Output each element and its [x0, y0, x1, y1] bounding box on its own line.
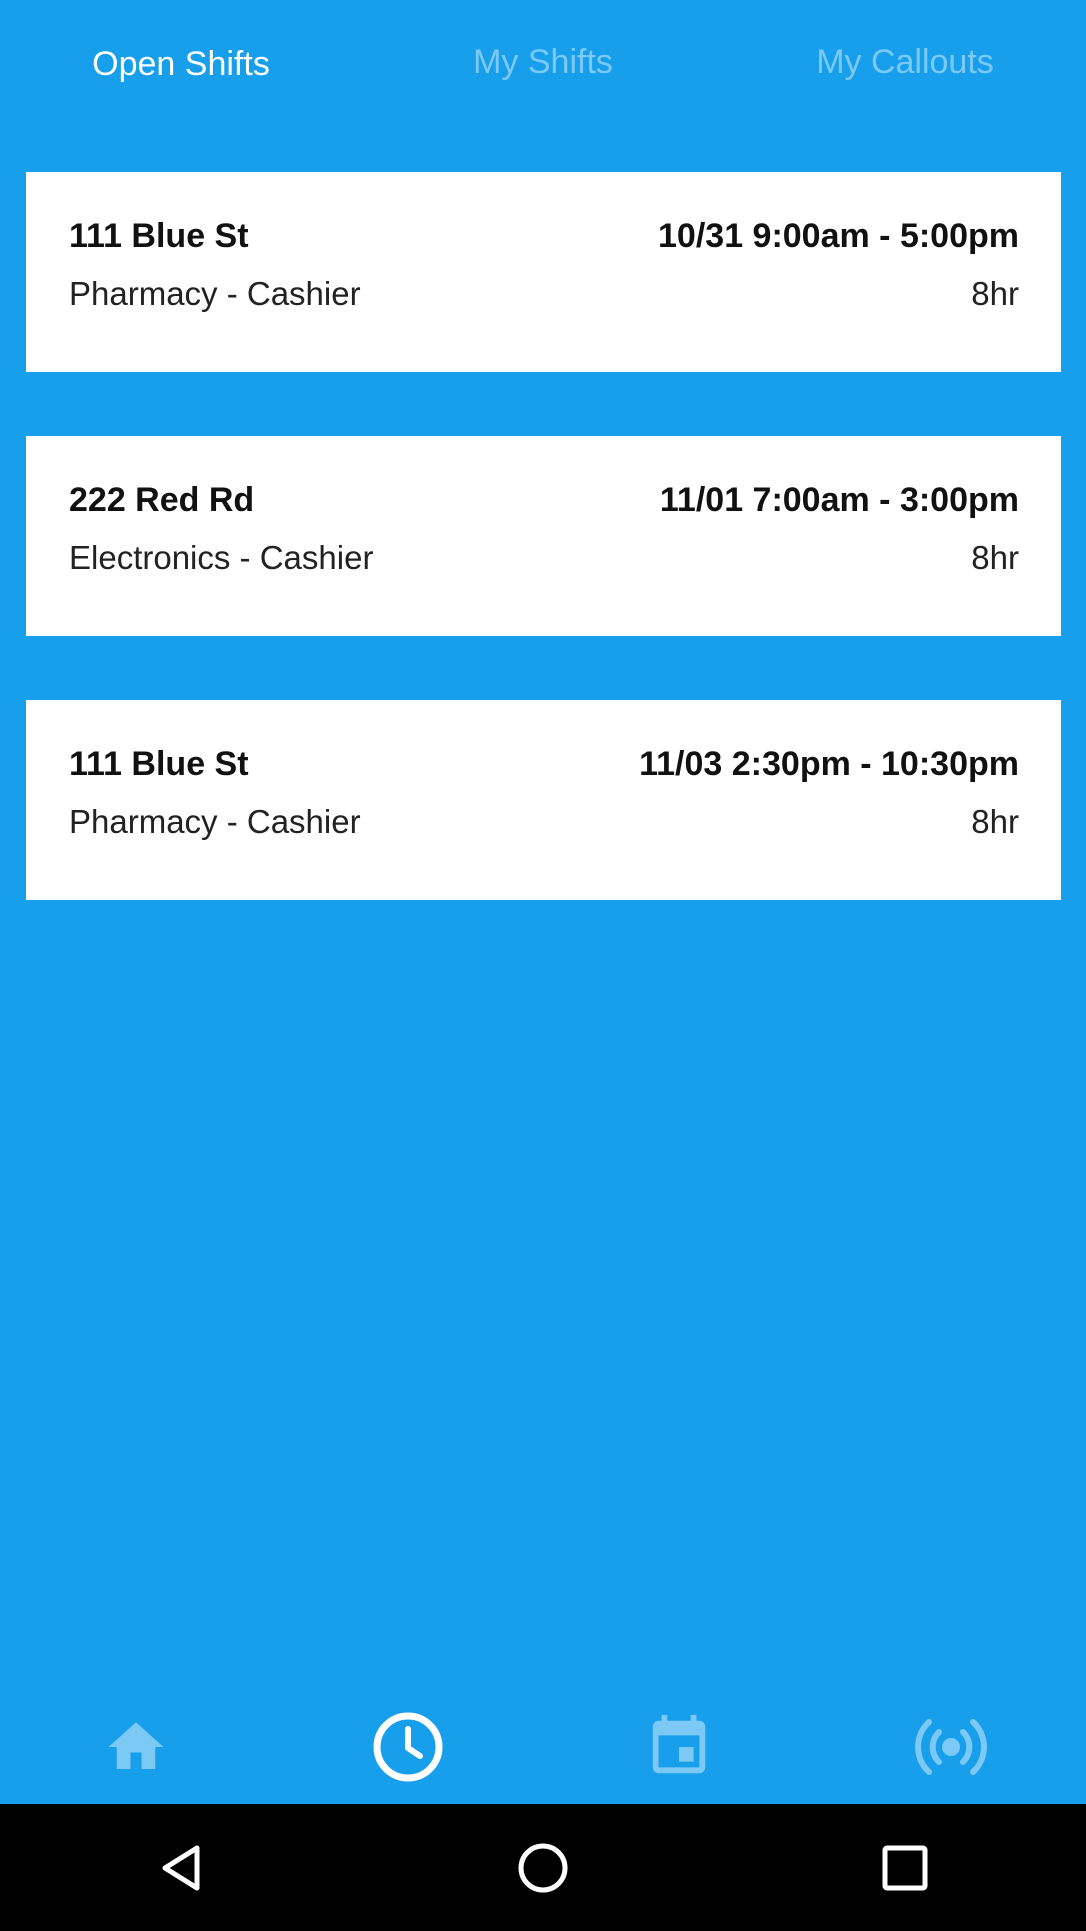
- system-recent-apps-button[interactable]: [724, 1804, 1086, 1931]
- shift-role: Pharmacy - Cashier: [69, 275, 361, 312]
- calendar-icon: [652, 1714, 705, 1774]
- nav-home-button[interactable]: [0, 1690, 271, 1804]
- home-icon: [108, 1722, 163, 1769]
- system-navigation-bar: [0, 1804, 1086, 1931]
- recent-apps-icon: [882, 1845, 928, 1890]
- tab-my-shifts[interactable]: My Shifts: [362, 38, 724, 86]
- shift-card[interactable]: 111 Blue St 10/31 9:00am - 5:00pm Pharma…: [26, 172, 1061, 372]
- shift-hours: 8hr: [971, 539, 1019, 576]
- nav-clock-button[interactable]: [272, 1690, 543, 1804]
- shift-role: Electronics - Cashier: [69, 539, 374, 576]
- shift-hours: 8hr: [971, 275, 1019, 312]
- shift-location: 111 Blue St: [69, 745, 249, 783]
- shift-datetime: 11/03 2:30pm - 10:30pm: [639, 745, 1019, 783]
- bottom-navigation: [0, 1690, 1086, 1804]
- clock-icon: [373, 1712, 442, 1782]
- shift-card[interactable]: 111 Blue St 11/03 2:30pm - 10:30pm Pharm…: [26, 700, 1061, 900]
- shift-location: 222 Red Rd: [69, 481, 255, 519]
- shift-card[interactable]: 222 Red Rd 11/01 7:00am - 3:00pm Electro…: [26, 436, 1061, 636]
- nav-broadcast-button[interactable]: [815, 1690, 1086, 1804]
- shift-datetime: 10/31 9:00am - 5:00pm: [658, 217, 1019, 255]
- top-tab-bar: Open Shifts My Shifts My Callouts: [0, 0, 1086, 130]
- tab-open-shifts[interactable]: Open Shifts: [0, 40, 362, 88]
- broadcast-icon: [914, 1719, 987, 1775]
- system-home-button[interactable]: [362, 1804, 724, 1931]
- nav-calendar-button[interactable]: [543, 1690, 814, 1804]
- shift-datetime: 11/01 7:00am - 3:00pm: [659, 481, 1019, 519]
- shift-location: 111 Blue St: [69, 217, 249, 255]
- back-icon: [162, 1845, 200, 1890]
- home-circle-icon: [518, 1843, 568, 1892]
- shift-hours: 8hr: [971, 803, 1019, 840]
- tab-my-callouts[interactable]: My Callouts: [724, 38, 1086, 86]
- system-back-button[interactable]: [0, 1804, 362, 1931]
- shift-role: Pharmacy - Cashier: [69, 803, 361, 840]
